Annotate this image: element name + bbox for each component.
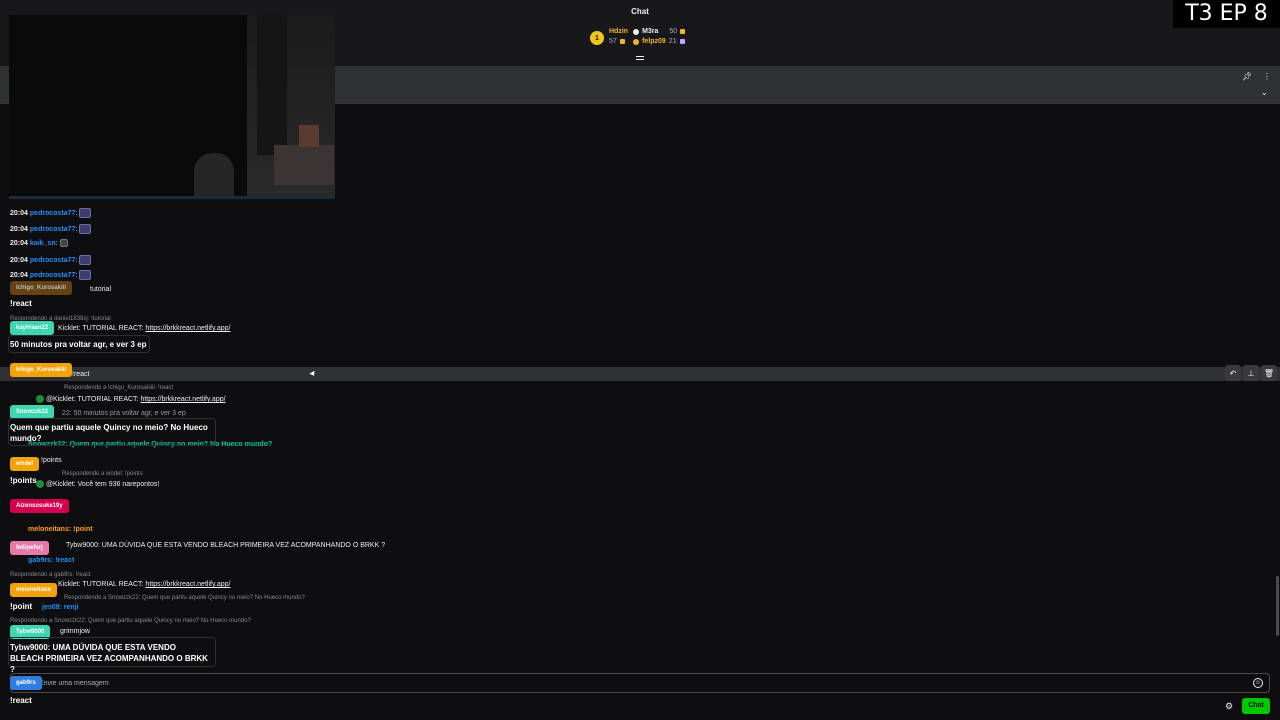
points-coin-icon <box>679 39 685 44</box>
overlay-message: !react <box>10 299 32 308</box>
chat-message: @Kicklet: TUTORIAL REACT: https://brkkre… <box>36 395 226 403</box>
chat-message: 20:04 pedrocosta77: <box>10 255 92 265</box>
reply-context: Respondendo a gab9rs: !react <box>10 572 91 578</box>
chat-message: 20:04 pedrocosta77: <box>10 208 92 218</box>
username-tag: kayhlaan22 <box>10 321 55 335</box>
rank-first-badge: 1 <box>590 31 604 45</box>
chat-message: 20:04 pedrocosta77: <box>10 270 92 280</box>
emote-icon <box>79 255 92 265</box>
overlay-message: Quem que partiu aquele Quincy no meio? N… <box>10 423 208 443</box>
chat-scrollbar[interactable] <box>1276 576 1279 636</box>
tutorial-link[interactable]: https://brkkreact.netlify.app/ <box>140 396 225 403</box>
username-tag: Ichigo_Kurosakiii <box>10 281 73 295</box>
overlay-message: Tybw9000: UMA DÚVIDA QUE ESTA VENDO BLEA… <box>10 643 208 674</box>
rank-second-icon <box>633 28 640 35</box>
chat-send-button[interactable]: Chat <box>1242 698 1270 714</box>
settings-icon[interactable]: ⚙ <box>1225 701 1233 712</box>
username-tag: Aizensosuke19y <box>10 499 69 513</box>
reply-icon[interactable]: ↶ <box>1225 365 1241 381</box>
chat-message: @Kicklet: Você tem 936 narepontos! <box>36 480 159 488</box>
chat-message: gab9rs: !react <box>28 557 75 564</box>
rank-third-icon <box>633 38 640 45</box>
pin-icon[interactable]: 📌︎ <box>1242 72 1252 81</box>
emote-icon <box>59 239 68 247</box>
reply-context: Respondendo a Snowzzk22: Quem que partiu… <box>64 595 305 601</box>
overlay-message: 50 minutos pra voltar agr, e ver 3 ep <box>10 340 147 349</box>
points-coin-icon <box>680 29 686 34</box>
reply-context: Respondendo a Snowzzk22: Quem que partiu… <box>10 618 251 624</box>
more-icon[interactable]: ⋮ <box>1263 72 1271 81</box>
overlay-message: !points <box>10 476 37 485</box>
chat-message: 20:04 pedrocosta77: <box>10 224 92 234</box>
username-tag: Ichigo_Kurosakiii <box>10 363 73 377</box>
tutorial-link[interactable]: https://brkkreact.netlify.app/ <box>145 581 230 588</box>
leaderboard-first: Hdzin 57 <box>609 28 628 45</box>
points-coin-icon <box>619 39 625 44</box>
leaderboard: 1 Hdzin 57 M3ra 50 felpz09 21 <box>590 28 686 45</box>
emote-icon <box>79 270 92 280</box>
chat-message: jes09: renji <box>42 604 79 611</box>
chat-message-text: grimmjow <box>60 628 90 635</box>
overlay-message: !point <box>10 602 33 611</box>
episode-overlay: T3 EP 8 <box>1173 0 1280 28</box>
chat-message-text: !points <box>41 457 62 464</box>
bot-badge-icon <box>36 480 44 488</box>
leaderboard-first-name: Hdzin <box>609 28 629 35</box>
tutorial-link[interactable]: https://brkkreact.netlify.app/ <box>145 325 230 332</box>
chat-message: Kicklet: TUTORIAL REACT: https://brkkrea… <box>58 325 231 332</box>
chat-message: Kicklet: TUTORIAL REACT: https://brkkrea… <box>58 581 231 588</box>
chat-message-text: !react <box>72 371 90 378</box>
leaderboard-second-third: M3ra 50 felpz09 21 <box>633 28 686 45</box>
chat-message-text: tutorial <box>90 286 112 293</box>
chat-input-box[interactable]: ☺ <box>10 673 1270 693</box>
webcam-overlay <box>9 15 335 199</box>
chat-input[interactable] <box>39 677 1239 689</box>
emote-icon[interactable]: ☺ <box>1253 678 1263 688</box>
expand-icon[interactable] <box>636 56 644 63</box>
emote-icon <box>79 224 92 234</box>
leaderboard-third-points: 21 <box>668 38 677 45</box>
reply-context: Respondendo a wndel: !points <box>62 471 143 477</box>
leaderboard-first-points: 57 <box>609 38 617 45</box>
chat-message: 20:04 kaik_sn: <box>10 239 68 247</box>
username-tag: wndel <box>10 457 40 471</box>
chevron-down-icon[interactable]: ⌄ <box>1261 88 1268 97</box>
emote-icon <box>79 208 92 218</box>
chat-message-text: 22: 50 minutos pra voltar agr, e ver 3 e… <box>62 410 186 417</box>
chat-message-text: Tybw9000: UMA DÚVIDA QUE ESTA VENDO BLEA… <box>66 542 386 549</box>
leaderboard-third-name: felpz09 <box>642 38 666 45</box>
username-tag: Snowzzk22 <box>10 405 55 419</box>
hovered-message-row[interactable] <box>0 367 1280 381</box>
username-tag: feilipefsrj <box>10 541 49 555</box>
chat-message: meloneitans: !point <box>28 526 93 533</box>
reply-context: Respondendo a Ichigo_Kurosakiiii: !react <box>64 385 174 391</box>
username-tag: meloneitans <box>10 583 58 597</box>
leaderboard-second-name: M3ra <box>642 28 659 35</box>
leaderboard-second-points: 50 <box>669 28 678 35</box>
delete-icon[interactable]: 🗑︎ <box>1261 365 1277 381</box>
overlay-message: !react <box>10 696 32 705</box>
username-tag: gab9rs <box>10 676 42 690</box>
bot-badge-icon <box>36 395 44 403</box>
pin-message-icon[interactable]: ⊥ <box>1243 365 1259 381</box>
